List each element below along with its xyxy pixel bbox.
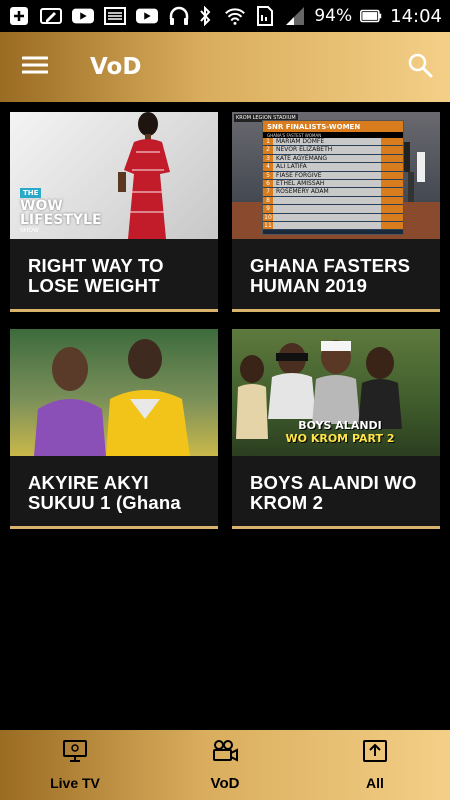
notification-icons	[8, 6, 190, 25]
board-row: 3 KATE AGYEMANG	[263, 154, 403, 164]
board-row: 6 ETHEL AMISSAH	[263, 179, 403, 189]
logo-line1: WOW	[20, 198, 63, 214]
video-camera-icon	[211, 739, 239, 767]
thumbnail-caption: BOYS ALANDI WO KROM PART 2	[260, 419, 420, 445]
athlete-name: NEVOR ELIZABETH	[273, 146, 381, 154]
nav-item-vod[interactable]: VoD	[150, 730, 300, 800]
board-row: 8	[263, 196, 403, 206]
nav-item-all[interactable]: All	[300, 730, 450, 800]
board-row: 4 ALI LATIFA	[263, 163, 403, 172]
athlete-name	[273, 205, 381, 213]
board-row: 2 NEVOR ELIZABETH	[263, 146, 403, 155]
athlete-name: MARIAM DOMFE	[273, 138, 381, 146]
video-title: RIGHT WAY TO LOSE WEIGHT	[28, 255, 164, 296]
system-status: 94% 14:04	[194, 6, 442, 27]
video-thumbnail	[10, 329, 218, 456]
caption-line1: BOYS ALANDI	[298, 419, 382, 432]
athlete-name: ROSEMERY ADAM	[273, 188, 381, 196]
battery-percent: 94%	[314, 6, 353, 26]
athlete-name: ETHEL AMISSAH	[273, 179, 381, 188]
board-row: 1 MARIAM DOMFE	[263, 138, 403, 147]
video-card[interactable]: AKYIRE AKYI SUKUU 1 (Ghana	[10, 329, 218, 529]
bluetooth-icon	[194, 6, 216, 26]
video-title: BOYS ALANDI WO KROM 2	[250, 472, 417, 513]
athlete-name	[273, 221, 381, 230]
nav-label: Live TV	[50, 775, 100, 791]
headset-icon	[168, 6, 190, 25]
video-card[interactable]: KROM LEGION STADIUM SNR FINALISTS-WOMEN …	[232, 112, 440, 312]
nav-label: VoD	[210, 774, 240, 792]
results-board: SNR FINALISTS-WOMEN GHANA'S FASTEST WOMA…	[262, 120, 404, 235]
video-grid: THE WOW LIFESTYLE SHOW RIGHT WAY TO LOSE…	[10, 112, 440, 529]
image-icon	[104, 7, 126, 25]
page-title: VoD	[90, 54, 142, 80]
edit-icon	[40, 7, 62, 25]
video-thumbnail: BOYS ALANDI WO KROM PART 2	[232, 329, 440, 456]
search-icon	[407, 52, 433, 82]
video-title: AKYIRE AKYI SUKUU 1 (Ghana	[28, 472, 181, 513]
logo-line2: LIFESTYLE	[20, 212, 102, 228]
nav-item-live-tv[interactable]: Live TV	[0, 730, 150, 800]
board-row: 5 FIASE FORGIVE	[263, 171, 403, 180]
show-logo: THE WOW LIFESTYLE SHOW	[20, 180, 102, 234]
board-row: 9	[263, 205, 403, 214]
tv-icon	[62, 739, 88, 767]
caption-line2: WO KROM PART 2	[285, 432, 395, 445]
logo-line3: SHOW	[20, 227, 39, 234]
board-row: 11	[263, 221, 403, 231]
athlete-name: ALI LATIFA	[273, 163, 381, 171]
add-icon	[8, 7, 30, 25]
athlete-name	[273, 213, 381, 221]
athlete-name	[273, 196, 381, 205]
athlete-name: FIASE FORGIVE	[273, 171, 381, 179]
hamburger-menu-icon	[21, 55, 49, 79]
video-thumbnail: KROM LEGION STADIUM SNR FINALISTS-WOMEN …	[232, 112, 440, 239]
video-card[interactable]: THE WOW LIFESTYLE SHOW RIGHT WAY TO LOSE…	[10, 112, 218, 312]
upload-box-icon	[362, 739, 388, 767]
youtube-icon	[72, 7, 94, 25]
menu-button[interactable]	[0, 32, 70, 102]
wifi-icon	[224, 7, 246, 25]
signal-icon	[284, 7, 306, 25]
board-header: SNR FINALISTS-WOMEN	[263, 121, 403, 132]
logo-tag: THE	[20, 188, 42, 198]
app-bar: VoD	[0, 32, 450, 102]
youtube-icon	[136, 7, 158, 25]
battery-icon	[360, 7, 382, 25]
video-thumbnail: THE WOW LIFESTYLE SHOW	[10, 112, 218, 239]
bottom-navigation: Live TV VoD All	[0, 730, 450, 800]
board-row: 7 ROSEMERY ADAM	[263, 188, 403, 197]
search-button[interactable]	[390, 32, 450, 102]
video-title: GHANA FASTERS HUMAN 2019	[250, 255, 411, 296]
clock: 14:04	[390, 5, 442, 27]
board-row: 10	[263, 213, 403, 222]
nav-label: All	[366, 775, 384, 791]
sim-icon	[254, 6, 276, 26]
status-bar: 94% 14:04	[0, 0, 450, 32]
video-card[interactable]: BOYS ALANDI WO KROM PART 2 BOYS ALANDI W…	[232, 329, 440, 529]
athlete-name: KATE AGYEMANG	[273, 154, 381, 163]
